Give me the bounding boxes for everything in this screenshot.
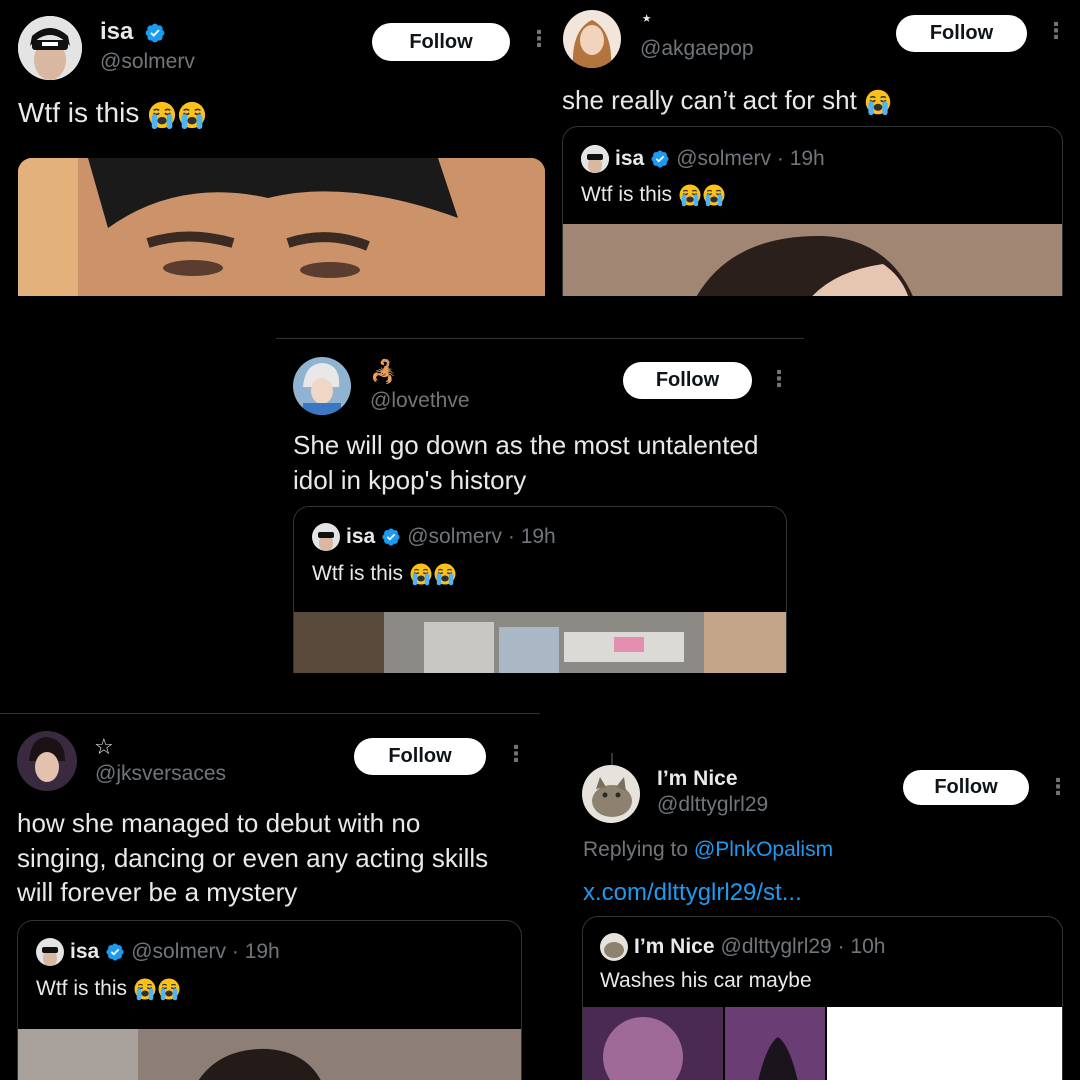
tweet-text-line: how she managed to debut with no bbox=[17, 808, 421, 838]
tweet-card-lovethve[interactable]: 🦂 @lovethve Follow ⋮ She will go down as… bbox=[276, 338, 804, 673]
tweet-card-im-nice[interactable]: I’m Nice @dlttyglrl29 Follow ⋮ Replying … bbox=[564, 745, 1080, 1080]
loudly-crying-face-emoji bbox=[133, 977, 157, 1001]
quote-timestamp: · 19h bbox=[507, 525, 556, 548]
loudly-crying-face-emoji bbox=[702, 183, 726, 207]
thread-line bbox=[611, 753, 613, 765]
display-name[interactable]: isa bbox=[100, 18, 166, 46]
verified-badge-icon bbox=[650, 149, 670, 169]
display-name[interactable]: ⋆ bbox=[641, 8, 652, 29]
more-options-icon[interactable]: ⋮ bbox=[768, 368, 790, 390]
quote-text: Wtf is this bbox=[36, 977, 181, 1001]
user-handle[interactable]: @dlttyglrl29 bbox=[657, 793, 768, 817]
avatar bbox=[36, 938, 64, 966]
display-name[interactable]: I’m Nice bbox=[657, 767, 738, 791]
avatar bbox=[581, 145, 609, 173]
more-options-icon[interactable]: ⋮ bbox=[505, 743, 527, 765]
user-handle[interactable]: @akgaepop bbox=[640, 37, 754, 61]
quote-author-handle: @solmerv bbox=[407, 525, 503, 548]
display-name[interactable]: 🦂 bbox=[370, 359, 397, 385]
tweet-card-akgaepop[interactable]: ⋆ @akgaepop Follow ⋮ she really can’t ac… bbox=[555, 0, 1080, 296]
user-handle[interactable]: @jksversaces bbox=[95, 762, 226, 786]
loudly-crying-face-emoji bbox=[433, 562, 457, 586]
display-name[interactable]: ☆ bbox=[94, 734, 114, 760]
quote-author-name: isa bbox=[346, 525, 376, 548]
loudly-crying-face-emoji bbox=[177, 100, 207, 130]
avatar[interactable] bbox=[582, 765, 640, 823]
tweet-text: Wtf is this bbox=[18, 95, 207, 130]
avatar[interactable] bbox=[563, 10, 621, 68]
quote-media-image[interactable] bbox=[18, 1029, 521, 1080]
quote-header: isa @solmerv · 19h bbox=[36, 938, 280, 966]
more-options-icon[interactable]: ⋮ bbox=[1045, 20, 1067, 42]
quoted-tweet[interactable]: isa @solmerv · 19h Wtf is this bbox=[293, 506, 787, 673]
verified-badge-icon bbox=[381, 527, 401, 547]
more-options-icon[interactable]: ⋮ bbox=[1047, 776, 1069, 798]
profile-photo bbox=[293, 357, 351, 415]
quote-author-handle: @solmerv bbox=[676, 147, 772, 170]
quote-timestamp: · 19h bbox=[776, 147, 825, 170]
follow-button[interactable]: Follow bbox=[623, 362, 752, 399]
replying-to: Replying to @PlnkOpalism bbox=[583, 837, 833, 863]
avatar bbox=[312, 523, 340, 551]
quoted-tweet[interactable]: isa @solmerv · 19h Wtf is this bbox=[562, 126, 1063, 296]
quote-media-image[interactable] bbox=[563, 224, 1062, 296]
avatar[interactable] bbox=[293, 357, 351, 415]
quote-author-handle: @solmerv bbox=[131, 940, 227, 963]
replying-to-handle-link[interactable]: @PlnkOpalism bbox=[694, 838, 833, 861]
tweet-text: She will go down as the most untalented … bbox=[293, 429, 758, 496]
follow-button[interactable]: Follow bbox=[896, 15, 1027, 52]
quote-header: isa @solmerv · 19h bbox=[312, 523, 556, 551]
tweet-text: she really can’t act for sht bbox=[562, 84, 892, 117]
tweet-card-isa[interactable]: isa @solmerv Follow ⋮ Wtf is this bbox=[0, 0, 548, 296]
user-handle[interactable]: @lovethve bbox=[370, 389, 470, 413]
loudly-crying-face-emoji bbox=[678, 183, 702, 207]
quote-header: I’m Nice @dlttyglrl29 · 10h bbox=[600, 933, 885, 961]
follow-button[interactable]: Follow bbox=[354, 738, 486, 775]
follow-button[interactable]: Follow bbox=[372, 23, 510, 61]
quote-timestamp: · 10h bbox=[837, 935, 886, 958]
tweet-card-jksversaces[interactable]: ☆ @jksversaces Follow ⋮ how she managed … bbox=[0, 713, 540, 1080]
avatar[interactable] bbox=[18, 16, 82, 80]
more-options-icon[interactable]: ⋮ bbox=[528, 28, 548, 50]
follow-button[interactable]: Follow bbox=[903, 770, 1029, 805]
profile-photo bbox=[563, 10, 621, 68]
tweet-link[interactable]: x.com/dlttyglrl29/st... bbox=[583, 878, 802, 908]
quote-author-name: I’m Nice bbox=[634, 935, 715, 958]
tweet-text-line: She will go down as the most untalented bbox=[293, 430, 759, 460]
quote-media-image[interactable] bbox=[583, 1007, 1062, 1080]
avatar bbox=[600, 933, 628, 961]
verified-badge-icon bbox=[144, 22, 166, 44]
tweet-text-line: idol in kpop's history bbox=[293, 464, 527, 495]
avatar[interactable] bbox=[17, 731, 77, 791]
media-image[interactable] bbox=[18, 158, 545, 296]
quote-text: Washes his car maybe bbox=[600, 969, 812, 992]
tweet-text-line: will forever be a mystery bbox=[17, 877, 298, 907]
quote-author-name: isa bbox=[70, 940, 100, 963]
loudly-crying-face-emoji bbox=[147, 100, 177, 130]
profile-photo bbox=[582, 765, 640, 823]
loudly-crying-face-emoji bbox=[864, 88, 892, 116]
tweet-text: how she managed to debut with no singing… bbox=[17, 807, 488, 909]
verified-badge-icon bbox=[105, 942, 125, 962]
loudly-crying-face-emoji bbox=[409, 562, 433, 586]
replying-label: Replying to bbox=[583, 838, 689, 861]
video-frame-face bbox=[18, 158, 545, 296]
tweet-text-line: singing, dancing or even any acting skil… bbox=[17, 842, 489, 873]
quote-header: isa @solmerv · 19h bbox=[581, 145, 825, 173]
quote-timestamp: · 19h bbox=[231, 940, 280, 963]
quote-author-name: isa bbox=[615, 147, 645, 170]
quote-media-image[interactable] bbox=[294, 612, 786, 673]
loudly-crying-face-emoji bbox=[157, 977, 181, 1001]
quote-text: Wtf is this bbox=[312, 562, 457, 586]
profile-photo bbox=[18, 16, 82, 80]
profile-photo bbox=[17, 731, 77, 791]
quoted-tweet[interactable]: isa @solmerv · 19h Wtf is this bbox=[17, 920, 522, 1080]
quote-text: Wtf is this bbox=[581, 183, 726, 207]
quote-author-handle: @dlttyglrl29 bbox=[720, 935, 832, 958]
quoted-tweet[interactable]: I’m Nice @dlttyglrl29 · 10h Washes his c… bbox=[582, 916, 1063, 1080]
user-handle[interactable]: @solmerv bbox=[100, 50, 195, 74]
